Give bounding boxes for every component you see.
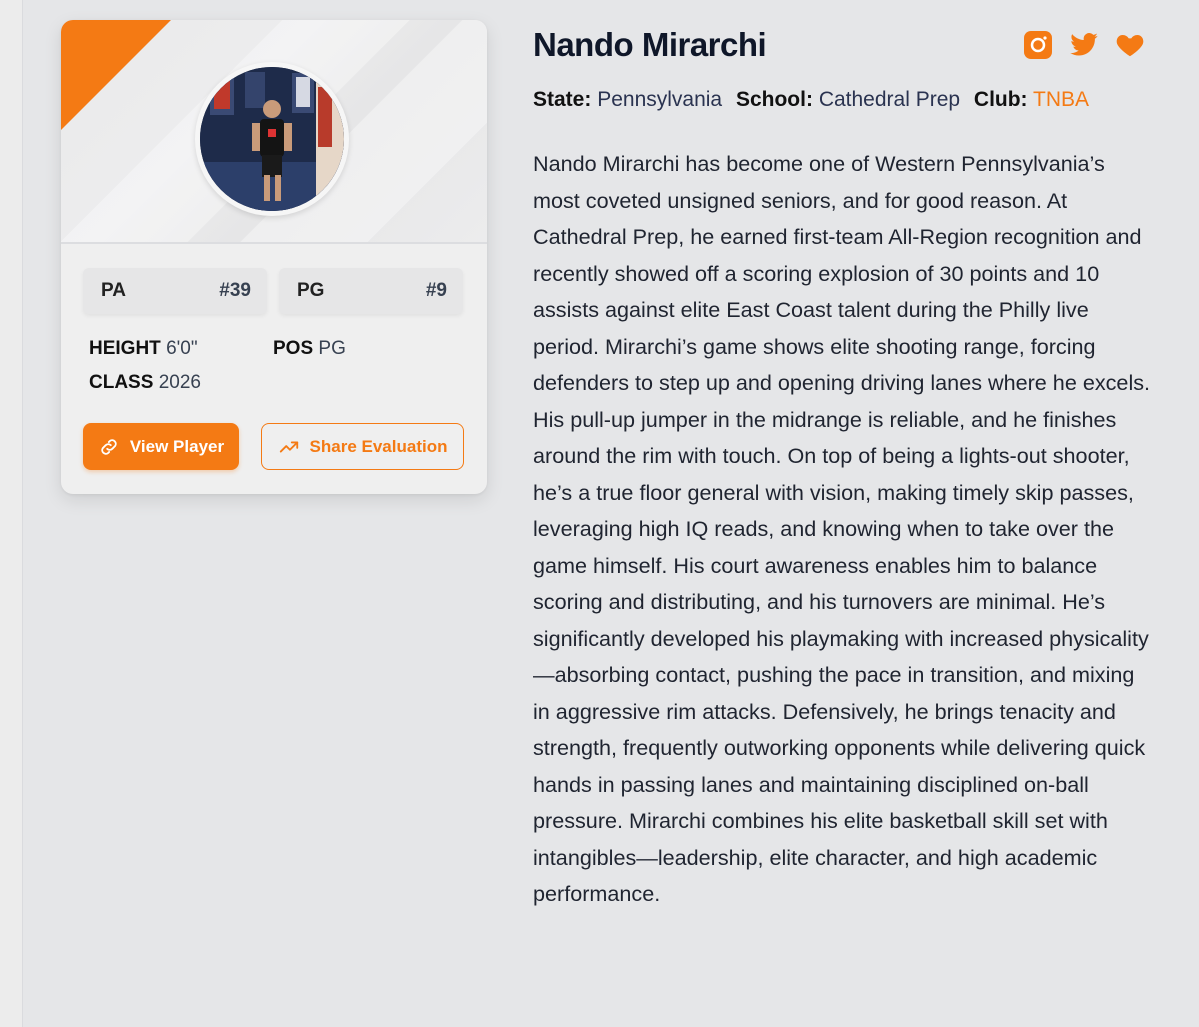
trending-up-icon (279, 441, 298, 452)
height-stat: HEIGHT 6'0" (89, 338, 198, 360)
twitter-icon[interactable] (1069, 30, 1099, 60)
corner-accent (61, 20, 171, 130)
card-header (61, 20, 487, 244)
card-chips: PA #39 PG #9 (83, 268, 465, 314)
pos-label: POS (273, 338, 314, 359)
page: PA #39 PG #9 HEIGHT 6'0" POS PG CLASS 20… (22, 0, 1199, 1027)
view-player-button[interactable]: View Player (83, 423, 239, 470)
instagram-icon[interactable] (1023, 30, 1053, 60)
pos-value: PG (318, 338, 346, 359)
height-label: HEIGHT (89, 338, 161, 359)
chip-value: #9 (425, 280, 447, 301)
club-label: Club: (973, 88, 1028, 111)
heart-icon[interactable] (1115, 30, 1145, 60)
state-rank-chip: PA #39 (83, 268, 267, 314)
class-stat: CLASS 2026 (89, 372, 201, 394)
school-label: School: (735, 88, 813, 111)
school-value: Cathedral Prep (818, 88, 961, 111)
chip-value: #39 (219, 280, 251, 301)
player-card: PA #39 PG #9 HEIGHT 6'0" POS PG CLASS 20… (61, 20, 487, 494)
position-stat: POS PG (273, 338, 346, 360)
club-value: TNBA (1033, 88, 1090, 111)
share-evaluation-label: Share Evaluation (309, 436, 448, 456)
social-links (1023, 30, 1147, 62)
player-name: Nando Mirarchi (533, 26, 767, 63)
class-label: CLASS (89, 372, 154, 393)
link-icon (101, 438, 117, 455)
player-meta: State: Pennsylvania School: Cathedral Pr… (533, 88, 1089, 112)
avatar-frame (195, 62, 349, 216)
chip-label: PG (297, 280, 325, 301)
position-rank-chip: PG #9 (279, 268, 463, 314)
chip-label: PA (101, 280, 126, 301)
avatar (200, 67, 344, 211)
state-value: Pennsylvania (597, 88, 723, 111)
class-value: 2026 (158, 372, 201, 393)
share-evaluation-button[interactable]: Share Evaluation (261, 423, 464, 470)
view-player-label: View Player (129, 436, 225, 456)
player-photo (200, 67, 344, 211)
state-label: State: (533, 88, 592, 111)
player-bio: Nando Mirarchi has become one of Western… (533, 151, 1151, 906)
height-value: 6'0" (166, 338, 198, 359)
